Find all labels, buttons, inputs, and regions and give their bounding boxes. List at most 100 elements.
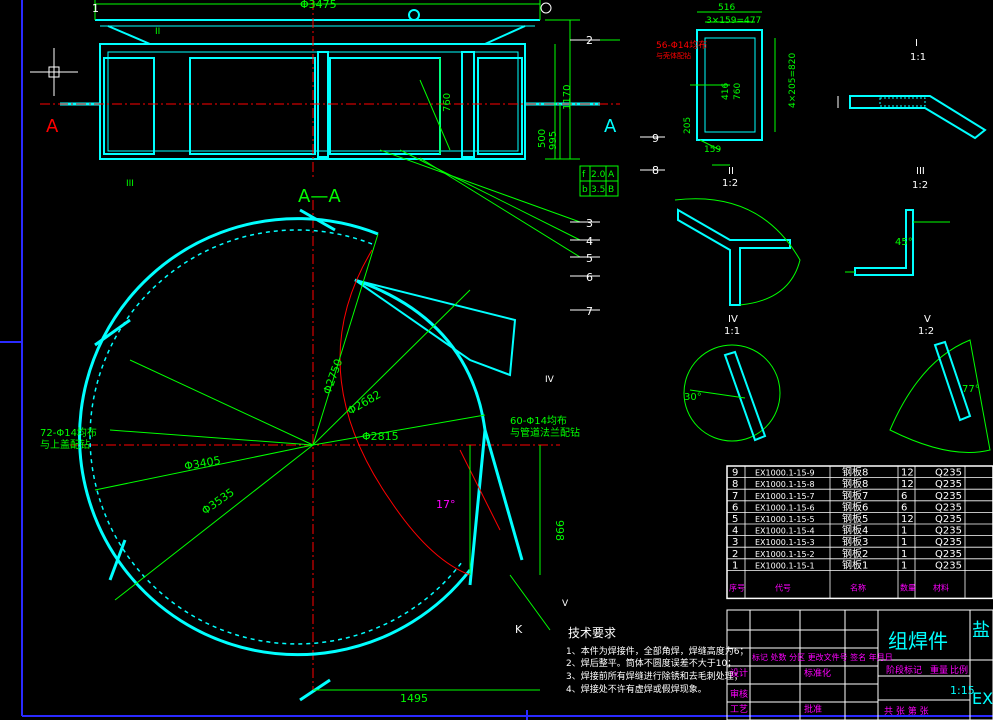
bom-table: 9 EX1000.1-15-9 钢板8 12 Q2358 EX1000.1-15-8 钢板8… [726, 465, 993, 600]
dim-760: 760 [442, 93, 453, 112]
drawing-frame [0, 0, 993, 720]
detail-v-title: V [924, 314, 931, 325]
callout-5: 5 [586, 252, 593, 265]
bom-header-name: 名称 [850, 582, 866, 592]
bom-cell-qty: 12 [901, 514, 914, 525]
bom-cell-code: EX1000.1-15-1 [755, 561, 815, 570]
dim-4x205: 4×205=820 [788, 53, 798, 108]
approve-label: 批准 [804, 703, 822, 715]
angle-45: 45° [895, 237, 913, 248]
dim-500: 500 [537, 129, 548, 148]
bom-cell-code: EX1000.1-15-3 [755, 538, 815, 547]
bom-header-mat: 材料 [933, 582, 949, 592]
bom-cell-no: 8 [732, 479, 738, 490]
detail-i: I 1:1 [837, 38, 987, 140]
stage-mark: 阶段标记 [886, 664, 922, 676]
cad-drawing: Φ3475 A A II III 995 1170 500 760 f 2.0 … [0, 0, 993, 720]
detail-i-title: I [915, 38, 918, 49]
detail-ii-scale: 1:2 [722, 178, 738, 189]
bom-cell-code: EX1000.1-15-5 [755, 515, 815, 524]
tol-20: 2.0 [591, 170, 606, 180]
dim-phi-3535: Φ3535 [199, 486, 236, 518]
dim-998: 998 [553, 520, 566, 541]
std-label: 标准化 [804, 667, 831, 679]
detail-callout-6 [674, 198, 801, 306]
drawing-svg: Φ3475 A A II III 995 1170 500 760 f 2.0 … [0, 0, 993, 720]
dim-phi-2750: Φ2750 [321, 357, 346, 396]
bom-cell-no: 1 [732, 560, 738, 571]
callout-6: 6 [586, 271, 593, 284]
view-ref-v: V [562, 599, 569, 609]
bom-cell-name: 钢板2 [842, 547, 868, 560]
tol-bb: B [608, 185, 614, 195]
callout-2: 2 [586, 34, 593, 47]
view-ref-ii: II [155, 27, 160, 37]
tol-35: 3.5 [591, 185, 605, 195]
scale-label: 比例 [950, 664, 968, 676]
bom-cell-qty: 12 [901, 468, 914, 479]
callout-9: 9 [652, 132, 659, 145]
dim-3x159: 3×159=477 [706, 16, 761, 26]
review-label: 审核 [730, 688, 748, 700]
note-bolt-left-2: 与上盖配钻 [40, 438, 90, 451]
detail-iv-scale: 1:1 [724, 326, 740, 337]
bom-cell-qty: 1 [901, 560, 907, 571]
dim-516: 516 [718, 3, 735, 13]
revision-row: 标记 处数 分区 更改文件号 签名 年月日 [752, 652, 893, 662]
dim-phi-3405: Φ3405 [183, 454, 221, 473]
dim-phi-2682: Φ2682 [345, 388, 383, 418]
bom-cell-no: 9 [732, 468, 738, 479]
process-label: 工艺 [730, 704, 748, 715]
view-ref-iv: IV [545, 375, 555, 385]
crosshair-cursor [30, 48, 78, 96]
dim-760-detail: 760 [733, 83, 743, 100]
callout-4: 4 [586, 235, 593, 248]
bom-cell-name: 钢板6 [842, 500, 868, 513]
callout-1: 1 [92, 2, 99, 15]
tol-a: A [608, 170, 615, 180]
bom-cell-qty: 6 [901, 502, 907, 513]
bom-cell-qty: 1 [901, 526, 907, 537]
elevation-labels: Φ3475 A A II III 995 1170 500 760 [46, 0, 617, 189]
bom-header-no: 序号 [729, 582, 745, 592]
bom-cell-mat: Q235 [935, 468, 962, 479]
bom-cell-mat: Q235 [935, 479, 962, 490]
dim-1495: 1495 [400, 692, 428, 705]
bom-cell-name: 钢板5 [842, 512, 868, 525]
bom-cell-qty: 6 [901, 491, 907, 502]
bom-cell-code: EX1000.1-15-4 [755, 527, 815, 536]
tol-b: b [582, 185, 588, 195]
bom-cell-qty: 12 [901, 479, 914, 490]
note-bolt-left: 72-Φ14均布 [40, 427, 97, 439]
dim-205: 205 [683, 117, 693, 134]
detail-i-scale: 1:1 [910, 52, 926, 63]
bom-cell-name: 钢板8 [842, 477, 868, 490]
angle-17: 17° [436, 498, 456, 511]
bom-cell-no: 4 [732, 526, 738, 537]
scale-value: 1:15 [950, 684, 975, 697]
section-marker-right: A [604, 116, 617, 137]
bom-cell-no: 2 [732, 549, 738, 560]
title-right: 盐 [972, 620, 990, 641]
bom-header-code: 代号 [775, 582, 791, 592]
dim-159: 159 [704, 145, 721, 155]
bom-cell-mat: Q235 [935, 491, 962, 502]
bom-cell-qty: 1 [901, 537, 907, 548]
bom-cell-mat: Q235 [935, 549, 962, 560]
tech-item-1: 1、本件为焊接件，全部角焊，焊缝高度为6； [566, 645, 748, 657]
bom-cell-no: 5 [732, 514, 738, 525]
detail-iii-scale: 1:2 [912, 180, 928, 191]
detail-v-scale: 1:2 [918, 326, 934, 337]
bom-cell-no: 3 [732, 537, 738, 548]
detail-ii-title: II [728, 166, 734, 177]
dim-overall-diameter: Φ3475 [300, 0, 337, 11]
elevation-dimensions [94, 0, 620, 258]
bom-cell-mat: Q235 [935, 560, 962, 571]
dim-995: 995 [548, 131, 559, 150]
tech-item-4: 4、焊接处不许有虚焊或假焊现象。 [566, 683, 707, 695]
callout-3: 3 [586, 217, 593, 230]
bom-cell-name: 钢板3 [842, 535, 868, 548]
bom-cell-name: 钢板4 [842, 524, 868, 537]
bom-cell-code: EX1000.1-15-2 [755, 550, 815, 559]
bom-header-qty: 数量 [900, 582, 916, 592]
